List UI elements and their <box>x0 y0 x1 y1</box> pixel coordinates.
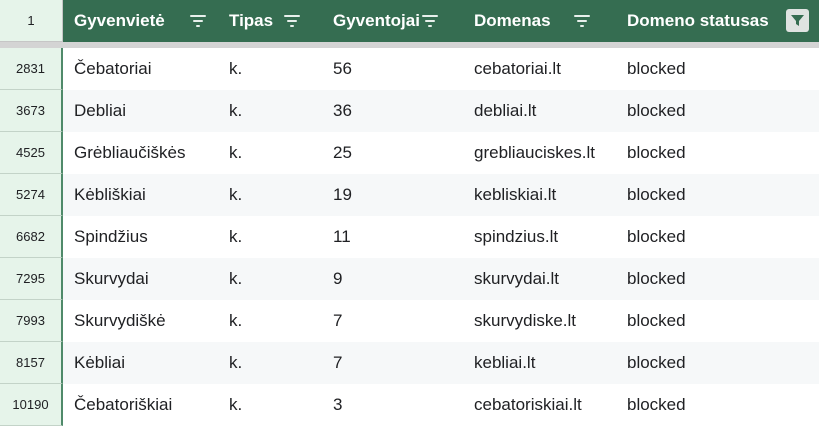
table-body: 2831 Čebatoriai k. 56 cebatoriai.lt blocked 36… <box>0 48 819 426</box>
cell-tipas[interactable]: k. <box>218 90 322 132</box>
cell-tipas[interactable]: k. <box>218 132 322 174</box>
cell-gyvenviete[interactable]: Spindžius <box>63 216 218 258</box>
cell-gyvenviete[interactable]: Grėbliaučiškės <box>63 132 218 174</box>
column-header-label: Domenas <box>474 11 551 30</box>
cell-tipas[interactable]: k. <box>218 174 322 216</box>
cell-domenas[interactable]: skurvydiske.lt <box>463 300 616 342</box>
filter-icon[interactable] <box>574 14 590 27</box>
cell-gyvenviete[interactable]: Čebatoriai <box>63 48 218 90</box>
cell-gyventojai[interactable]: 9 <box>322 258 463 300</box>
cell-domenas[interactable]: kebliai.lt <box>463 342 616 384</box>
table-row: 2831 Čebatoriai k. 56 cebatoriai.lt blocked <box>0 48 819 90</box>
cell-gyventojai[interactable]: 36 <box>322 90 463 132</box>
cell-domeno-statusas[interactable]: blocked <box>616 300 819 342</box>
cell-domeno-statusas[interactable]: blocked <box>616 258 819 300</box>
cell-gyventojai[interactable]: 3 <box>322 384 463 426</box>
cell-domeno-statusas[interactable]: blocked <box>616 342 819 384</box>
cell-tipas[interactable]: k. <box>218 300 322 342</box>
cell-tipas[interactable]: k. <box>218 216 322 258</box>
filter-icon[interactable] <box>190 14 206 27</box>
cell-gyvenviete[interactable]: Čebatoriškiai <box>63 384 218 426</box>
cell-domenas[interactable]: cebatoriai.lt <box>463 48 616 90</box>
cell-gyventojai[interactable]: 11 <box>322 216 463 258</box>
column-header-label: Tipas <box>229 11 274 30</box>
cell-gyventojai[interactable]: 7 <box>322 342 463 384</box>
cell-domeno-statusas[interactable]: blocked <box>616 90 819 132</box>
cell-domeno-statusas[interactable]: blocked <box>616 216 819 258</box>
table-row: 7993 Skurvydiškė k. 7 skurvydiske.lt blocked <box>0 300 819 342</box>
cell-domenas[interactable]: cebatoriskiai.lt <box>463 384 616 426</box>
row-number[interactable]: 2831 <box>0 48 63 90</box>
column-header-tipas[interactable]: Tipas <box>218 0 322 42</box>
table-row: 4525 Grėbliaučiškės k. 25 grebliauciskes.lt b… <box>0 132 819 174</box>
cell-gyvenviete[interactable]: Skurvydai <box>63 258 218 300</box>
filter-icon[interactable] <box>422 14 438 27</box>
table-row: 7295 Skurvydai k. 9 skurvydai.lt blocked <box>0 258 819 300</box>
cell-domeno-statusas[interactable]: blocked <box>616 384 819 426</box>
column-header-label: Gyventojai <box>333 11 420 30</box>
row-number[interactable]: 3673 <box>0 90 63 132</box>
column-header-domeno-statusas[interactable]: Domeno statusas <box>616 0 819 42</box>
cell-gyvenviete[interactable]: Kėbliškiai <box>63 174 218 216</box>
cell-domenas[interactable]: grebliauciskes.lt <box>463 132 616 174</box>
cell-domenas[interactable]: spindzius.lt <box>463 216 616 258</box>
header-row: 1 Gyvenvietė Tipas Gyventojai Domenas Do… <box>0 0 819 42</box>
cell-gyvenviete[interactable]: Kėbliai <box>63 342 218 384</box>
column-header-gyvenviete[interactable]: Gyvenvietė <box>63 0 218 42</box>
cell-domeno-statusas[interactable]: blocked <box>616 174 819 216</box>
cell-domeno-statusas[interactable]: blocked <box>616 48 819 90</box>
row-number[interactable]: 8157 <box>0 342 63 384</box>
table-row: 3673 Debliai k. 36 debliai.lt blocked <box>0 90 819 132</box>
row-number-1[interactable]: 1 <box>0 0 63 42</box>
cell-gyventojai[interactable]: 56 <box>322 48 463 90</box>
column-header-label: Gyvenvietė <box>74 11 165 30</box>
row-number[interactable]: 7295 <box>0 258 63 300</box>
cell-tipas[interactable]: k. <box>218 342 322 384</box>
cell-tipas[interactable]: k. <box>218 48 322 90</box>
cell-gyventojai[interactable]: 25 <box>322 132 463 174</box>
row-number[interactable]: 10190 <box>0 384 63 426</box>
cell-domenas[interactable]: skurvydai.lt <box>463 258 616 300</box>
column-header-label: Domeno statusas <box>627 11 769 30</box>
filter-icon[interactable] <box>284 14 300 27</box>
row-number[interactable]: 7993 <box>0 300 63 342</box>
spreadsheet: 1 Gyvenvietė Tipas Gyventojai Domenas Do… <box>0 0 819 426</box>
table-row: 5274 Kėbliškiai k. 19 kebliskiai.lt blocked <box>0 174 819 216</box>
cell-gyventojai[interactable]: 7 <box>322 300 463 342</box>
cell-tipas[interactable]: k. <box>218 384 322 426</box>
filter-active-icon[interactable] <box>786 9 809 32</box>
table-row: 10190 Čebatoriškiai k. 3 cebatoriskiai.lt blo… <box>0 384 819 426</box>
cell-gyvenviete[interactable]: Skurvydiškė <box>63 300 218 342</box>
table-row: 6682 Spindžius k. 11 spindzius.lt blocked <box>0 216 819 258</box>
cell-domenas[interactable]: debliai.lt <box>463 90 616 132</box>
row-number[interactable]: 6682 <box>0 216 63 258</box>
cell-tipas[interactable]: k. <box>218 258 322 300</box>
table-row: 8157 Kėbliai k. 7 kebliai.lt blocked <box>0 342 819 384</box>
cell-domeno-statusas[interactable]: blocked <box>616 132 819 174</box>
column-header-domenas[interactable]: Domenas <box>463 0 616 42</box>
column-header-gyventojai[interactable]: Gyventojai <box>322 0 463 42</box>
cell-gyventojai[interactable]: 19 <box>322 174 463 216</box>
cell-gyvenviete[interactable]: Debliai <box>63 90 218 132</box>
row-number[interactable]: 5274 <box>0 174 63 216</box>
row-number[interactable]: 4525 <box>0 132 63 174</box>
cell-domenas[interactable]: kebliskiai.lt <box>463 174 616 216</box>
